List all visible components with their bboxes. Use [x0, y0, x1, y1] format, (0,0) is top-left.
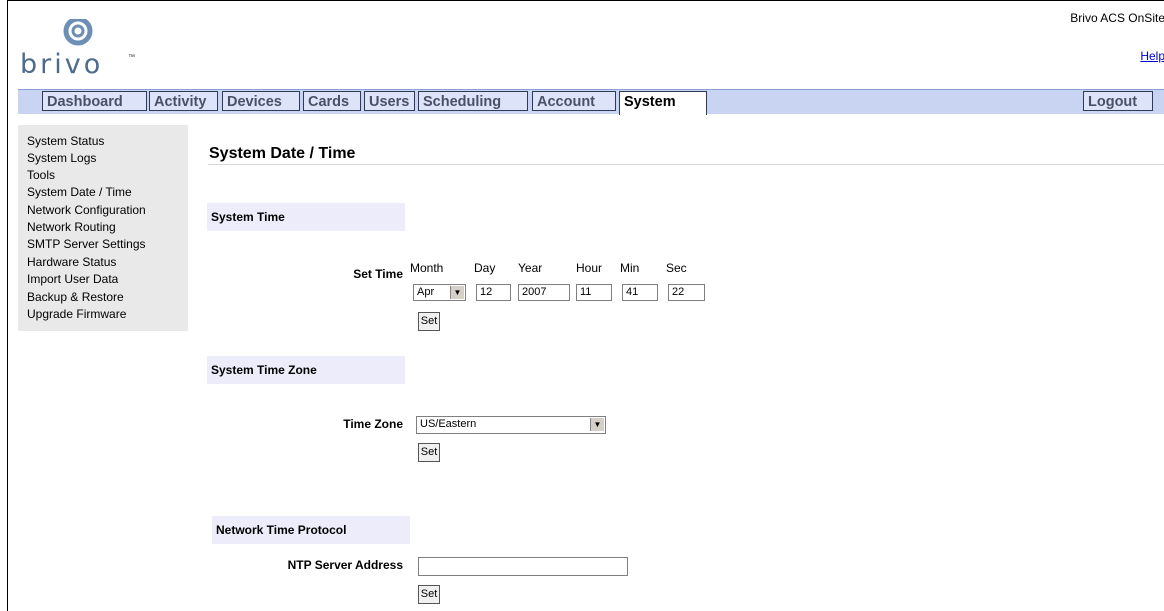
main-nav: Dashboard Activity Devices Cards Users S…: [18, 89, 1164, 115]
ntp-server-input[interactable]: [418, 557, 628, 576]
sidebar-item-network-configuration[interactable]: Network Configuration: [27, 204, 146, 217]
set-time-label: Set Time: [353, 267, 403, 281]
min-label: Min: [620, 261, 640, 275]
set-ntp-button[interactable]: Set: [418, 585, 440, 604]
section-time-zone: System Time Zone: [207, 356, 405, 384]
min-input[interactable]: 41: [622, 284, 658, 301]
page-title: System Date / Time: [209, 145, 356, 162]
sidebar-item-network-routing[interactable]: Network Routing: [27, 221, 116, 234]
sidebar-item-smtp-server-settings[interactable]: SMTP Server Settings: [27, 238, 146, 251]
app-frame: brivo ™ Brivo ACS OnSite Help Dashboard …: [7, 0, 1164, 611]
triangle-down-icon[interactable]: ▼: [450, 286, 464, 299]
tab-cards[interactable]: Cards: [303, 91, 361, 111]
time-zone-value: US/Eastern: [420, 418, 477, 430]
section-system-time: System Time: [207, 203, 405, 231]
day-label: Day: [474, 261, 496, 275]
sec-input[interactable]: 22: [668, 284, 705, 301]
sidebar-item-system-date-time[interactable]: System Date / Time: [27, 186, 132, 199]
tab-dashboard[interactable]: Dashboard: [42, 91, 147, 111]
title-divider: [208, 164, 1164, 165]
sidebar-item-backup-restore[interactable]: Backup & Restore: [27, 291, 124, 304]
year-input[interactable]: 2007: [518, 284, 570, 301]
logo-wordmark: brivo: [20, 49, 104, 80]
tab-account[interactable]: Account: [532, 91, 616, 111]
sidebar: System Status System Logs Tools System D…: [18, 125, 188, 331]
sidebar-item-upgrade-firmware[interactable]: Upgrade Firmware: [27, 308, 126, 321]
day-input[interactable]: 12: [476, 284, 511, 301]
sidebar-item-system-status[interactable]: System Status: [27, 135, 104, 148]
sidebar-item-import-user-data[interactable]: Import User Data: [27, 273, 118, 286]
help-link[interactable]: Help: [1140, 49, 1164, 63]
ntp-server-label: NTP Server Address: [287, 558, 403, 572]
sidebar-item-tools[interactable]: Tools: [27, 169, 55, 182]
month-value: Apr: [417, 286, 435, 298]
logout-button[interactable]: Logout: [1083, 91, 1153, 111]
set-time-zone-button[interactable]: Set: [418, 443, 440, 462]
time-zone-label: Time Zone: [343, 417, 403, 431]
product-name: Brivo ACS OnSite: [1070, 11, 1164, 25]
triangle-down-icon[interactable]: ▼: [590, 418, 604, 431]
hour-label: Hour: [576, 261, 603, 275]
month-select[interactable]: Apr ▼: [413, 284, 466, 301]
tab-system[interactable]: System: [619, 91, 707, 115]
sec-label: Sec: [666, 261, 687, 275]
tab-activity[interactable]: Activity: [149, 91, 218, 111]
tab-devices[interactable]: Devices: [222, 91, 300, 111]
set-time-button[interactable]: Set: [418, 312, 440, 331]
time-zone-select[interactable]: US/Eastern ▼: [416, 416, 606, 434]
tab-scheduling[interactable]: Scheduling: [418, 91, 528, 111]
year-label: Year: [518, 261, 543, 275]
tab-users[interactable]: Users: [364, 91, 415, 111]
hour-input[interactable]: 11: [576, 284, 612, 301]
month-label: Month: [410, 261, 444, 275]
logo-trademark: ™: [128, 54, 135, 61]
sidebar-item-system-logs[interactable]: System Logs: [27, 152, 96, 165]
section-ntp: Network Time Protocol: [212, 516, 410, 544]
sidebar-item-hardware-status[interactable]: Hardware Status: [27, 256, 116, 269]
